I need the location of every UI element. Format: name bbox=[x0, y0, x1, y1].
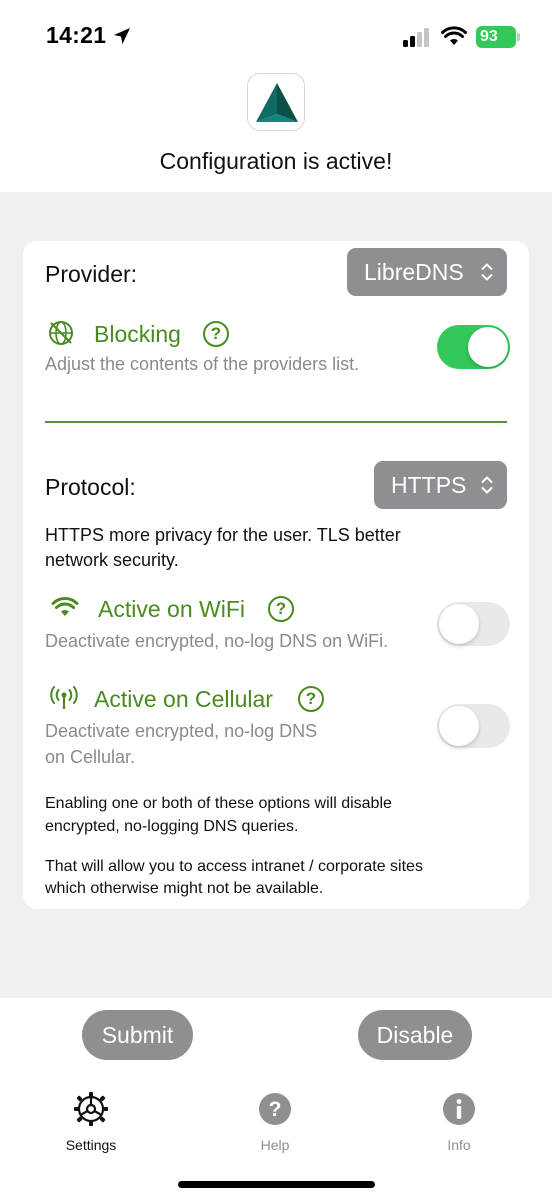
disable-button[interactable]: Disable bbox=[358, 1010, 472, 1060]
protocol-note: HTTPS more privacy for the user. TLS bet… bbox=[45, 525, 401, 570]
battery-indicator: 93 bbox=[476, 26, 520, 48]
page-title: Configuration is active! bbox=[159, 148, 393, 174]
triangle-logo-icon bbox=[256, 83, 298, 122]
cellular-signal-icon bbox=[403, 27, 433, 47]
question-circle-icon: ? bbox=[259, 1093, 291, 1125]
submit-button[interactable]: Submit bbox=[82, 1010, 193, 1060]
status-time: 14:21 bbox=[46, 22, 107, 48]
info-line-3: That will allow you to access intranet /… bbox=[45, 858, 423, 875]
home-indicator bbox=[178, 1181, 375, 1188]
tab-help-label: Help bbox=[260, 1137, 290, 1153]
wifi-description: Deactivate encrypted, no-log DNS on WiFi… bbox=[45, 631, 389, 651]
cellular-antenna-icon bbox=[50, 686, 78, 709]
cellular-help-button[interactable]: ? bbox=[298, 686, 324, 712]
cellular-description-line1: Deactivate encrypted, no-log DNS bbox=[45, 721, 318, 741]
settings-area: Provider: LibreDNS Blocking ? Adjust the… bbox=[0, 192, 552, 998]
location-arrow-icon bbox=[114, 28, 130, 44]
header: Configuration is active! bbox=[0, 70, 552, 192]
status-bar: 14:21 93 bbox=[0, 0, 552, 70]
info-line-2: encrypted, no-logging DNS queries. bbox=[45, 818, 299, 835]
toggle-knob bbox=[439, 706, 479, 746]
blocking-help-button[interactable]: ? bbox=[203, 321, 229, 347]
battery-level: 93 bbox=[480, 28, 498, 45]
provider-value: LibreDNS bbox=[364, 259, 464, 285]
chevron-up-down-icon bbox=[481, 476, 493, 494]
info-circle-icon bbox=[443, 1093, 475, 1125]
protocol-select[interactable]: HTTPS bbox=[374, 461, 507, 509]
blocking-title: Blocking bbox=[94, 321, 181, 347]
wifi-toggle[interactable] bbox=[437, 602, 510, 646]
globe-blocked-icon bbox=[49, 321, 73, 345]
cellular-title: Active on Cellular bbox=[94, 686, 273, 712]
provider-label: Provider: bbox=[45, 261, 138, 287]
cellular-description-line2: on Cellular. bbox=[45, 747, 136, 767]
tab-settings[interactable]: Settings bbox=[31, 1090, 151, 1153]
tab-info[interactable]: Info bbox=[399, 1090, 519, 1153]
protocol-value: HTTPS bbox=[391, 472, 467, 498]
cellular-toggle[interactable] bbox=[437, 704, 510, 748]
blocking-toggle[interactable] bbox=[437, 325, 510, 369]
chevron-up-down-icon bbox=[481, 263, 493, 281]
settings-card: Provider: LibreDNS Blocking ? Adjust the… bbox=[23, 241, 529, 909]
wifi-icon bbox=[51, 597, 79, 616]
blocking-description: Adjust the contents of the providers lis… bbox=[45, 354, 360, 374]
wifi-title: Active on WiFi bbox=[98, 596, 245, 622]
divider bbox=[45, 421, 507, 423]
provider-select[interactable]: LibreDNS bbox=[347, 248, 507, 296]
tab-help[interactable]: ? Help bbox=[215, 1090, 335, 1153]
wifi-help-button[interactable]: ? bbox=[268, 596, 294, 622]
toggle-knob bbox=[439, 604, 479, 644]
info-line-4: which otherwise might not be available. bbox=[45, 880, 324, 897]
app-logo bbox=[247, 73, 305, 131]
svg-text:?: ? bbox=[269, 1098, 282, 1121]
battery-tip bbox=[517, 33, 520, 41]
tab-info-label: Info bbox=[447, 1137, 471, 1153]
gear-icon bbox=[74, 1092, 108, 1126]
toggle-knob bbox=[468, 327, 508, 367]
wifi-status-icon bbox=[441, 26, 467, 45]
info-line-1: Enabling one or both of these options wi… bbox=[45, 795, 392, 812]
protocol-label: Protocol: bbox=[45, 474, 136, 500]
tab-settings-label: Settings bbox=[65, 1137, 117, 1153]
